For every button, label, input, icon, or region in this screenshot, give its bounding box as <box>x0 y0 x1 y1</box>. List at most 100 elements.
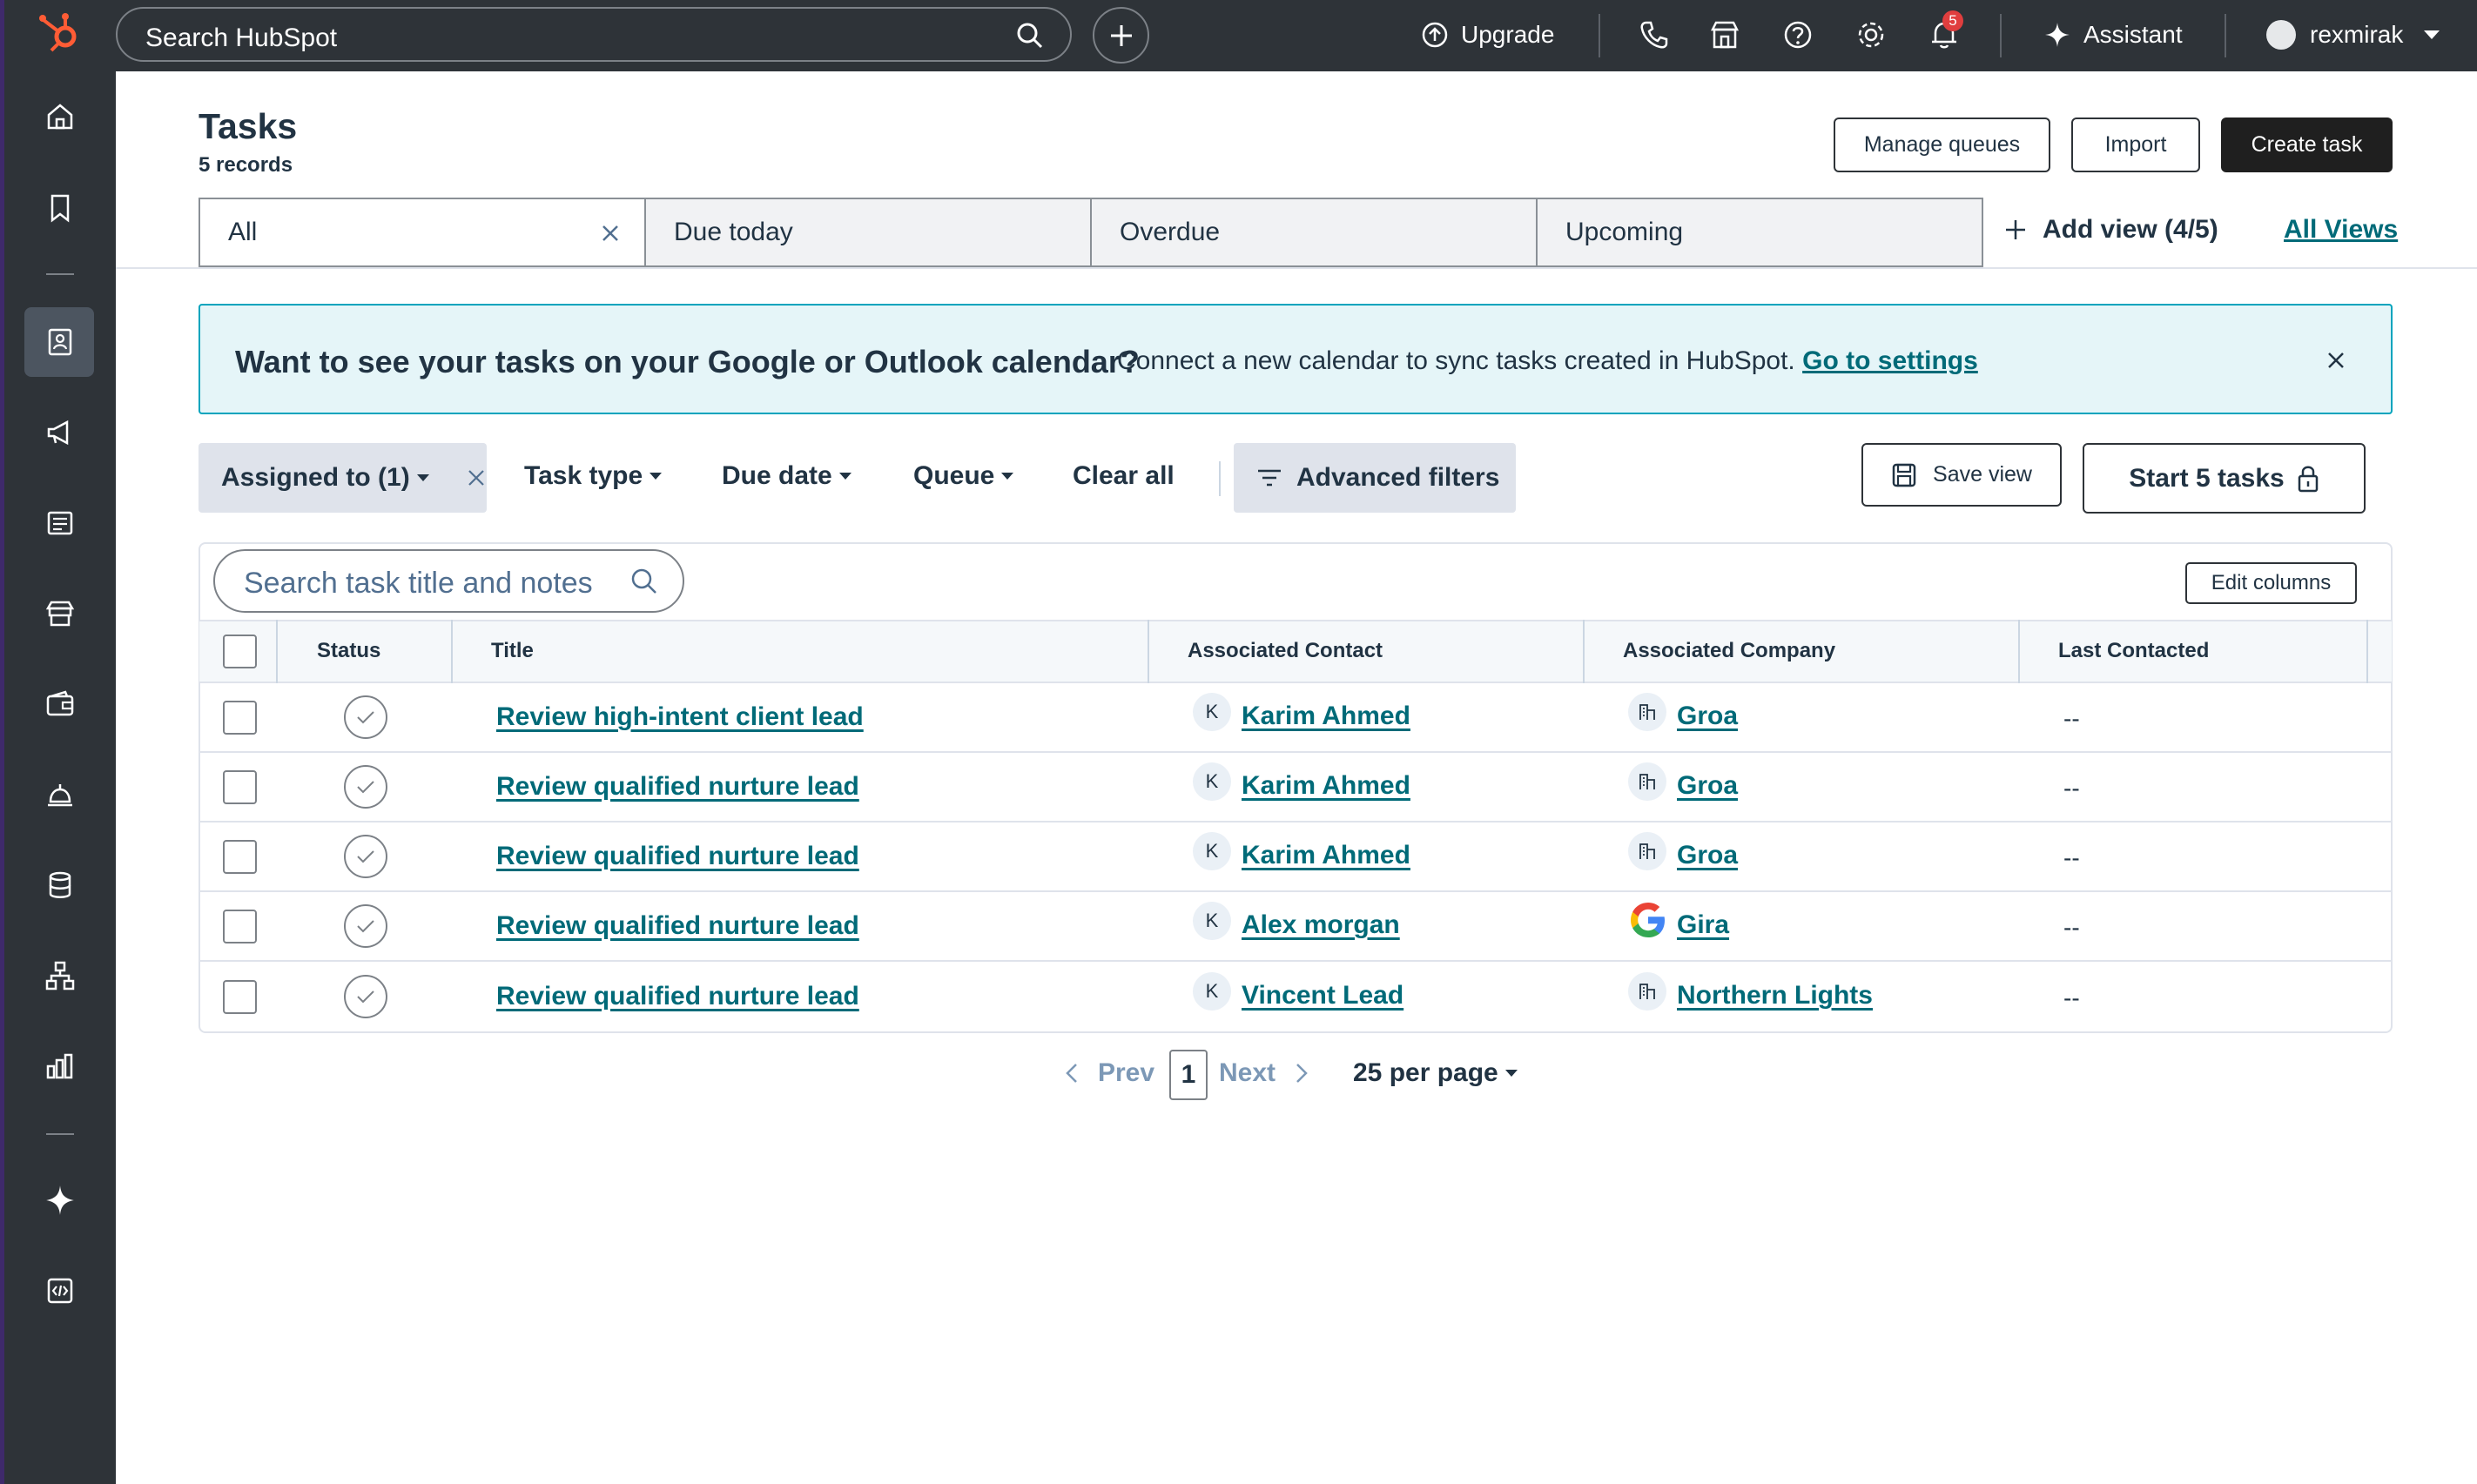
tab-due-today[interactable]: Due today <box>644 198 1092 267</box>
next-page-button[interactable]: Next <box>1219 1058 1309 1088</box>
global-search-input[interactable]: Search HubSpot <box>116 7 1072 62</box>
reporting-bar-chart-icon[interactable] <box>41 1047 79 1085</box>
user-avatar <box>2266 20 2296 50</box>
search-icon[interactable] <box>630 567 658 595</box>
create-task-button[interactable]: Create task <box>2221 118 2393 172</box>
caret-down-icon <box>416 474 429 481</box>
caret-down-icon <box>1001 473 1014 480</box>
content-icon[interactable] <box>41 504 79 542</box>
company-link[interactable]: Groa <box>1677 841 1738 870</box>
google-logo-icon <box>1626 898 1670 942</box>
advanced-filters-button[interactable]: Advanced filters <box>1234 443 1516 513</box>
task-type-filter[interactable]: Task type <box>524 461 663 491</box>
task-complete-toggle[interactable] <box>344 904 387 948</box>
import-button[interactable]: Import <box>2071 118 2200 172</box>
data-database-icon[interactable] <box>41 866 79 904</box>
company-link[interactable]: Gira <box>1677 910 1729 940</box>
caret-down-icon <box>1504 1070 1518 1077</box>
per-page-select[interactable]: 25 per page <box>1353 1058 1518 1088</box>
task-complete-toggle[interactable] <box>344 695 387 739</box>
company-link[interactable]: Groa <box>1677 702 1738 731</box>
close-icon[interactable] <box>601 224 620 243</box>
close-icon[interactable] <box>468 469 485 487</box>
contact-link[interactable]: Karim Ahmed <box>1242 771 1410 801</box>
hubspot-logo-icon[interactable] <box>37 10 82 56</box>
task-title-link[interactable]: Review qualified nurture lead <box>496 982 859 1011</box>
account-menu[interactable]: rexmirak <box>2266 17 2440 52</box>
company-link[interactable]: Groa <box>1677 771 1738 801</box>
help-icon[interactable] <box>1782 19 1814 50</box>
assistant-label: Assistant <box>2083 21 2183 48</box>
lock-icon <box>2298 466 2318 492</box>
per-page-label: 25 per page <box>1353 1058 1498 1087</box>
prev-page-button[interactable]: Prev <box>1065 1058 1154 1088</box>
task-complete-toggle[interactable] <box>344 765 387 809</box>
row-checkbox[interactable] <box>223 980 257 1014</box>
quick-create-button[interactable] <box>1093 7 1149 64</box>
tab-upcoming[interactable]: Upcoming <box>1536 198 1983 267</box>
task-title-link[interactable]: Review qualified nurture lead <box>496 842 859 871</box>
task-title-link[interactable]: Review high-intent client lead <box>496 702 864 732</box>
save-view-button[interactable]: Save view <box>1861 443 2062 507</box>
task-title-link[interactable]: Review qualified nurture lead <box>496 772 859 802</box>
last-contacted-value: -- <box>2063 705 2080 732</box>
edit-columns-button[interactable]: Edit columns <box>2185 562 2357 604</box>
automation-hierarchy-icon[interactable] <box>41 957 79 995</box>
contact-avatar: K <box>1193 693 1231 731</box>
contacts-crm-icon[interactable] <box>41 323 79 361</box>
column-divider <box>2366 620 2368 683</box>
contact-link[interactable]: Alex morgan <box>1242 910 1400 940</box>
tab-overdue[interactable]: Overdue <box>1090 198 1538 267</box>
start-tasks-button[interactable]: Start 5 tasks <box>2083 443 2366 514</box>
due-date-filter[interactable]: Due date <box>722 461 851 491</box>
service-bell-icon[interactable] <box>41 776 79 814</box>
add-view-button[interactable]: Add view (4/5) <box>2004 215 2218 245</box>
column-header-title[interactable]: Title <box>491 639 534 663</box>
company-link[interactable]: Northern Lights <box>1677 981 1873 1011</box>
task-title-link[interactable]: Review qualified nurture lead <box>496 911 859 941</box>
development-code-icon[interactable] <box>41 1272 79 1310</box>
row-checkbox[interactable] <box>223 910 257 943</box>
breeze-sparkle-icon[interactable] <box>41 1181 79 1219</box>
assistant-button[interactable]: Assistant <box>2043 17 2183 52</box>
select-all-checkbox[interactable] <box>223 635 257 668</box>
column-header-last-contacted[interactable]: Last Contacted <box>2058 639 2209 663</box>
column-header-status[interactable]: Status <box>317 639 380 663</box>
marketing-megaphone-icon[interactable] <box>41 413 79 452</box>
search-icon[interactable] <box>1016 22 1044 50</box>
caret-down-icon <box>838 473 851 480</box>
row-checkbox[interactable] <box>223 701 257 735</box>
task-search-input[interactable]: Search task title and notes <box>213 549 684 613</box>
task-complete-toggle[interactable] <box>344 975 387 1018</box>
row-checkbox[interactable] <box>223 840 257 874</box>
contact-link[interactable]: Karim Ahmed <box>1242 702 1410 731</box>
task-complete-toggle[interactable] <box>344 835 387 878</box>
home-icon[interactable] <box>41 97 79 136</box>
marketplace-icon[interactable] <box>1709 19 1740 50</box>
assigned-to-filter[interactable]: Assigned to (1) <box>199 443 487 513</box>
column-header-associated-contact[interactable]: Associated Contact <box>1188 639 1383 663</box>
column-header-associated-company[interactable]: Associated Company <box>1623 639 1835 663</box>
current-page[interactable]: 1 <box>1169 1050 1208 1100</box>
tab-all[interactable]: All <box>199 198 646 267</box>
all-views-link[interactable]: All Views <box>2284 215 2398 245</box>
clear-all-button[interactable]: Clear all <box>1073 461 1175 491</box>
sales-icon[interactable] <box>41 594 79 633</box>
queue-filter[interactable]: Queue <box>913 461 1014 491</box>
bookmark-icon[interactable] <box>41 189 79 227</box>
close-icon[interactable] <box>2326 351 2346 370</box>
commerce-wallet-icon[interactable] <box>41 685 79 723</box>
assigned-to-label: Assigned to (1) <box>221 463 410 492</box>
contact-link[interactable]: Karim Ahmed <box>1242 841 1410 870</box>
checkmark-icon <box>357 920 374 933</box>
upgrade-button[interactable]: Upgrade <box>1421 17 1554 52</box>
go-to-settings-link[interactable]: Go to settings <box>1802 346 1978 375</box>
settings-gear-icon[interactable] <box>1855 19 1887 50</box>
upgrade-label: Upgrade <box>1461 21 1555 48</box>
plus-icon <box>1111 25 1132 46</box>
row-checkbox[interactable] <box>223 770 257 804</box>
phone-icon[interactable] <box>1639 19 1670 50</box>
contact-link[interactable]: Vincent Lead <box>1242 981 1403 1011</box>
due-date-label: Due date <box>722 461 832 490</box>
manage-queues-button[interactable]: Manage queues <box>1834 118 2050 172</box>
